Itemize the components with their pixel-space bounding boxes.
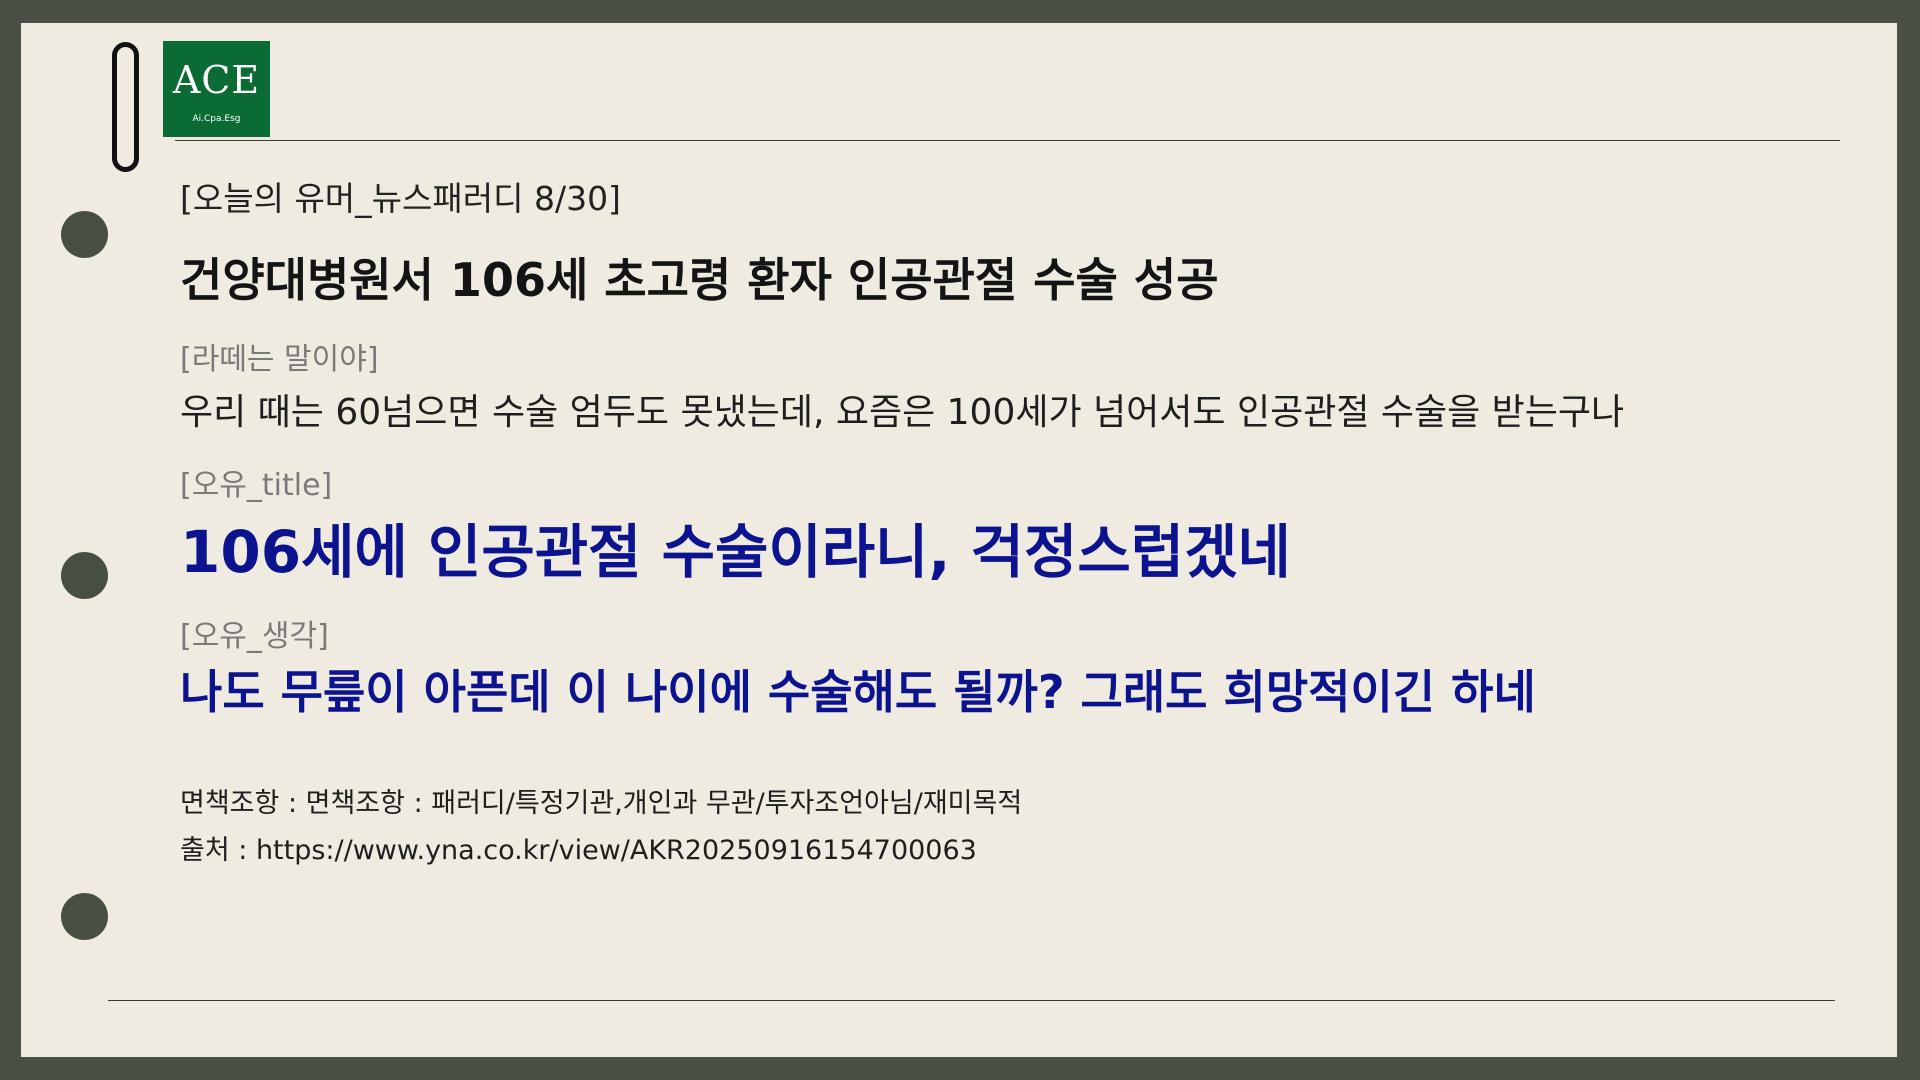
section-header: [오늘의 유머_뉴스패러디 8/30] [180, 179, 621, 218]
top-divider [175, 140, 1840, 141]
title-label: [오유_title] [180, 468, 333, 503]
thought-label: [오유_생각] [180, 619, 329, 654]
news-headline: 건양대병원서 106세 초고령 환자 인공관절 수술 성공 [180, 253, 1219, 307]
parody-title: 106세에 인공관절 수술이라니, 걱정스럽겠네 [180, 518, 1291, 586]
disclaimer-text: 면책조항 : 면책조항 : 패러디/특정기관,개인과 무관/투자조언아님/재미목… [180, 788, 1023, 819]
binder-hole-icon [61, 552, 108, 599]
latte-label: [라떼는 말이야] [180, 342, 379, 377]
source-link[interactable]: 출처 : https://www.yna.co.kr/view/AKR20250… [180, 835, 977, 866]
logo-text: ACE [172, 58, 261, 102]
binder-hole-icon [61, 211, 108, 258]
binder-hole-icon [61, 893, 108, 940]
parody-thought: 나도 무릎이 아픈데 이 나이에 수술해도 될까? 그래도 희망적이긴 하네 [180, 665, 1536, 719]
bottom-divider [108, 1000, 1835, 1001]
latte-text: 우리 때는 60넘으면 수술 엄두도 못냈는데, 요즘은 100세가 넘어서도 … [180, 392, 1625, 433]
ace-logo: ACE Ai.Cpa.Esg [163, 41, 270, 137]
paperclip-icon [112, 42, 139, 172]
logo-subtext: Ai.Cpa.Esg [192, 114, 241, 124]
